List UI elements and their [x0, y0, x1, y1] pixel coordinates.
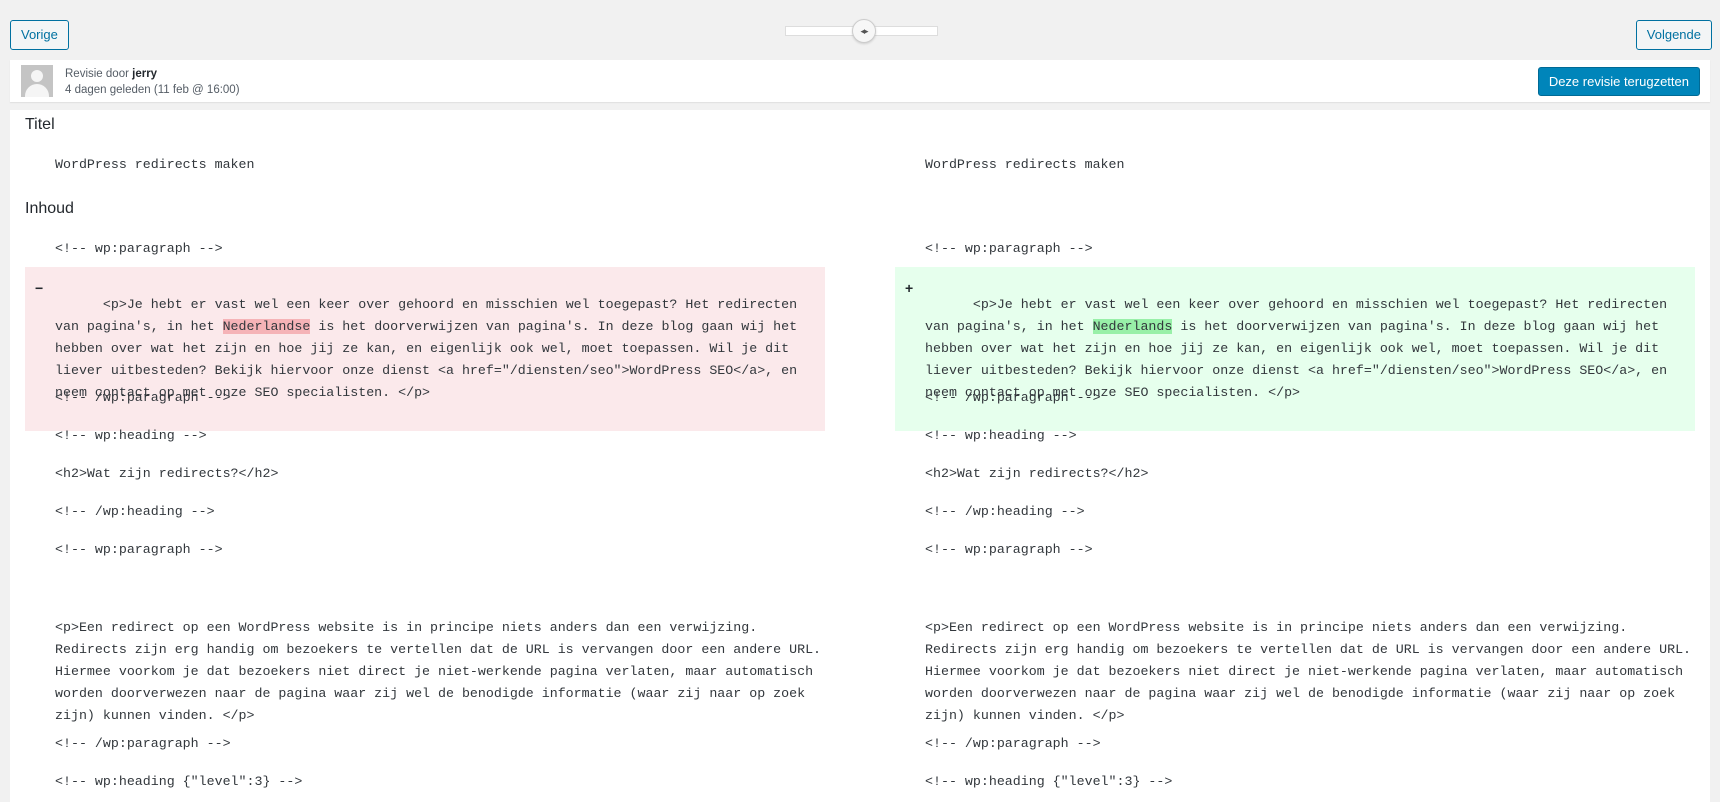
diff-line: <!-- /wp:heading --> — [55, 504, 215, 519]
diff-line: <!-- wp:heading {"level":3} --> — [925, 774, 1173, 789]
diff-line: <!-- wp:heading --> — [925, 428, 1077, 443]
arrows-left-right-icon: ◂▸ — [860, 25, 868, 36]
absolute-time: (11 feb @ 16:00) — [153, 84, 240, 96]
diff-line: <!-- /wp:paragraph --> — [55, 390, 231, 405]
diff-line: <!-- /wp:paragraph --> — [925, 390, 1101, 405]
diff-line: <!-- wp:paragraph --> — [55, 241, 223, 256]
revision-navigation: Vorige ◂▸ Volgende — [0, 0, 1720, 58]
avatar-head-shape — [31, 70, 43, 82]
diff-line: <p>Een redirect op een WordPress website… — [55, 620, 830, 723]
avatar — [21, 65, 53, 97]
author-name: jerry — [132, 68, 158, 80]
title-right-line: WordPress redirects maken — [925, 157, 1125, 172]
diff-line: <!-- wp:heading --> — [55, 428, 207, 443]
diff-line: <p>Een redirect op een WordPress website… — [925, 620, 1700, 723]
diff-line: <!-- wp:heading {"level":3} --> — [55, 774, 303, 789]
restore-revision-button[interactable]: Deze revisie terugzetten — [1537, 67, 1700, 96]
previous-revision-button[interactable]: Vorige — [10, 20, 69, 50]
diff-line: <!-- wp:paragraph --> — [925, 241, 1093, 256]
minus-icon: − — [35, 280, 44, 296]
content-section-heading: Inhoud — [25, 200, 74, 217]
added-word-highlight: Nederlands — [1092, 319, 1173, 334]
author-prefix: Revisie door — [65, 68, 133, 80]
diff-line: <!-- wp:paragraph --> — [925, 542, 1093, 557]
diff-line: <!-- /wp:paragraph --> — [55, 736, 231, 751]
title-left-line: WordPress redirects maken — [55, 157, 255, 172]
revision-author-info: Revisie door jerry 4 dagen geleden (11 f… — [65, 66, 240, 98]
revision-diff: Titel WordPress redirects maken WordPres… — [10, 110, 1710, 802]
title-section-heading: Titel — [25, 116, 55, 133]
deleted-word-highlight: Nederlandse — [222, 319, 311, 334]
revision-slider-handle[interactable]: ◂▸ — [852, 19, 876, 43]
diff-line: <h2>Wat zijn redirects?</h2> — [925, 466, 1149, 481]
diff-line: <!-- /wp:paragraph --> — [925, 736, 1101, 751]
diff-line: <!-- wp:paragraph --> — [55, 542, 223, 557]
diff-line: <!-- /wp:heading --> — [925, 504, 1085, 519]
diff-line: <h2>Wat zijn redirects?</h2> — [55, 466, 279, 481]
relative-time: 4 dagen geleden — [65, 84, 151, 96]
plus-icon: + — [905, 280, 914, 296]
avatar-body-shape — [25, 84, 49, 97]
revision-meta: Revisie door jerry 4 dagen geleden (11 f… — [10, 60, 1710, 102]
next-revision-button[interactable]: Volgende — [1635, 20, 1712, 50]
